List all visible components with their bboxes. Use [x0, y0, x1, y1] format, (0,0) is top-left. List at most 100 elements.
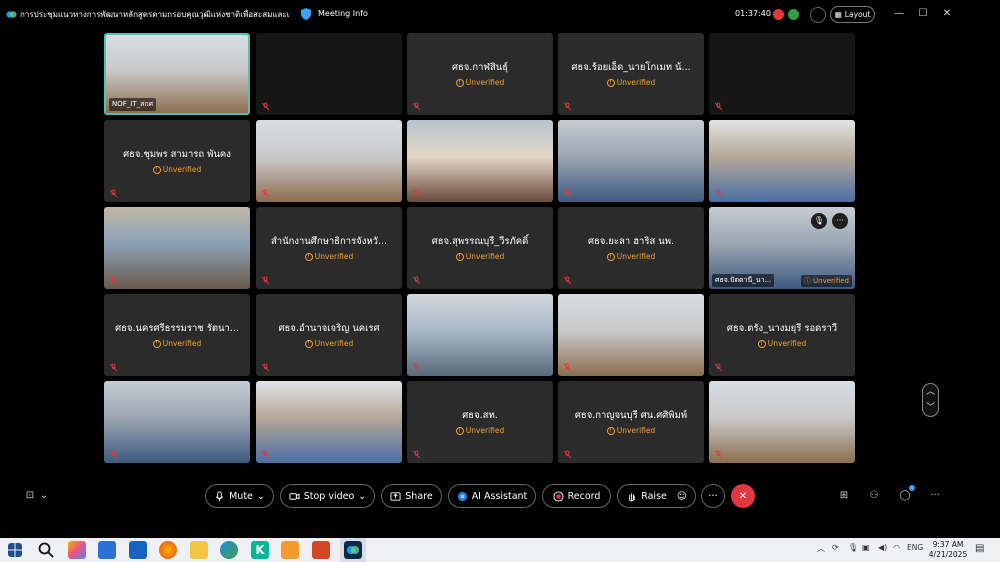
- unverified-status: ! Unverified: [104, 339, 250, 348]
- tray-wifi-icon[interactable]: ◠: [893, 543, 900, 552]
- muted-microphone-icon: [261, 276, 270, 285]
- participant-tile[interactable]: ศธจ.ตรัง_นางมยุรี รอดราวี ! Unverified: [709, 294, 855, 376]
- tile-mute-icon[interactable]: 🎙: [811, 213, 827, 229]
- participant-tile[interactable]: ศธจ.ร้อยเอ็ด_นายโกเมท น้... ! Unverified: [558, 33, 704, 115]
- participant-tile[interactable]: [256, 381, 402, 463]
- participant-tile[interactable]: สำนักงานศึกษาธิการจังหวั... ! Unverified: [256, 207, 402, 289]
- powerpoint-icon[interactable]: [312, 541, 330, 559]
- scroll-up-icon[interactable]: ︿: [923, 384, 938, 400]
- participant-tile[interactable]: ศธจ.กาญจนบุรี ศน.ศศิพิมพ์ ! Unverified: [558, 381, 704, 463]
- tray-volume-icon[interactable]: ◀): [878, 543, 887, 552]
- notifications-icon[interactable]: ▤: [975, 543, 984, 554]
- participant-tile[interactable]: ศธจ.กาฬสินธุ์ ! Unverified: [407, 33, 553, 115]
- video-grid: NOF_IT_สกศ ศธจ.กาฬสินธุ์! Unverified ศธจ.ร้…: [0, 30, 960, 474]
- participant-tile[interactable]: ศธจ.อำนาจเจริญ นคเรศ ! Unverified: [256, 294, 402, 376]
- participant-tile[interactable]: ศธจ.สท. ! Unverified: [407, 381, 553, 463]
- webex-taskbar-icon[interactable]: [344, 541, 362, 559]
- participant-video: [104, 207, 250, 289]
- record-button[interactable]: Record: [542, 484, 611, 508]
- participant-video: [407, 294, 553, 376]
- participant-video: [256, 381, 402, 463]
- right-panel: [960, 0, 1000, 538]
- scroll-down-icon[interactable]: ﹀: [923, 400, 938, 416]
- meeting-title: การประชุมแนวทางการพัฒนาหลักสูตรตามกรอบคุ…: [20, 10, 290, 19]
- unverified-status: ! Unverified: [558, 426, 704, 435]
- media-player-icon[interactable]: [281, 541, 299, 559]
- participants-icon[interactable]: ⚇: [866, 488, 882, 504]
- file-explorer-icon[interactable]: [190, 541, 208, 559]
- input-language[interactable]: ENG: [907, 543, 923, 552]
- participant-tile[interactable]: [709, 381, 855, 463]
- system-clock[interactable]: 9:37 AM 4/21/2025: [928, 540, 968, 560]
- grid-scroll-control[interactable]: ︿ ﹀: [922, 383, 939, 417]
- raise-hand-button[interactable]: Raise ☺: [617, 484, 696, 508]
- ai-assistant-button[interactable]: AI Assistant: [448, 484, 536, 508]
- muted-microphone-icon: [412, 276, 421, 285]
- tray-microphone-icon[interactable]: 🎙: [848, 543, 858, 552]
- participant-tile[interactable]: [104, 207, 250, 289]
- participant-tile[interactable]: NOF_IT_สกศ: [104, 33, 250, 115]
- participant-tile[interactable]: [256, 120, 402, 202]
- warning-icon: !: [455, 427, 464, 435]
- minimize-icon[interactable]: —: [892, 7, 906, 21]
- warning-icon: !: [152, 340, 161, 348]
- end-call-button[interactable]: ✕: [731, 484, 755, 508]
- participant-tile[interactable]: ศธจ.สุพรรณบุรี_วีรภัคดิ์ ! Unverified: [407, 207, 553, 289]
- muted-microphone-icon: [714, 102, 723, 111]
- layout-button[interactable]: ▦ Layout: [830, 6, 875, 23]
- share-screen-icon: [390, 491, 401, 501]
- windows-taskbar: K ︿ ⟳ 🎙 ▣ ◀) ◠ ENG 9:37 AM 4/21/2025 ▤: [0, 538, 1000, 562]
- record-label: Record: [567, 490, 601, 502]
- clock-time: 9:37 AM: [932, 540, 964, 549]
- participant-tile[interactable]: [407, 120, 553, 202]
- participant-tile[interactable]: [709, 120, 855, 202]
- firefox-icon[interactable]: [159, 541, 177, 559]
- participant-tile[interactable]: ศธจ.นครศรีธรรมราช รัตนา... ! Unverified: [104, 294, 250, 376]
- share-button[interactable]: Share: [381, 484, 442, 508]
- tray-chevron-icon[interactable]: ︿: [817, 543, 825, 554]
- apps-icon[interactable]: ⊞: [836, 488, 852, 504]
- participant-tile[interactable]: [709, 33, 855, 115]
- meeting-info-link[interactable]: Meeting Info: [318, 9, 368, 18]
- participant-tile[interactable]: ศธจ.ชุมพร สามารถ พันคง ! Unverified: [104, 120, 250, 202]
- more-options-button[interactable]: ···: [701, 484, 725, 508]
- windows-start-icon[interactable]: [8, 543, 22, 557]
- shield-info-icon[interactable]: [300, 7, 312, 21]
- mute-button[interactable]: Mute ⌄: [205, 484, 274, 508]
- tray-camera-icon[interactable]: ▣: [862, 543, 870, 552]
- participant-tile[interactable]: [407, 294, 553, 376]
- outlook-icon[interactable]: [129, 541, 147, 559]
- edge-icon[interactable]: [220, 541, 238, 559]
- copilot-icon[interactable]: [68, 541, 86, 559]
- close-icon[interactable]: ✕: [940, 7, 954, 21]
- stop-video-button[interactable]: Stop video ⌄: [280, 484, 375, 508]
- ai-assistant-icon: [457, 491, 467, 501]
- search-icon[interactable]: [37, 541, 55, 559]
- participant-tile[interactable]: [256, 33, 402, 115]
- participant-name: สำนักงานศึกษาธิการจังหวั...: [270, 236, 388, 247]
- share-label: Share: [405, 490, 433, 502]
- microsoft-store-icon[interactable]: [98, 541, 116, 559]
- tray-sync-icon[interactable]: ⟳: [832, 543, 839, 552]
- participant-name: ศธจ.นครศรีธรรมราช รัตนา...: [115, 323, 239, 334]
- warning-icon: !: [152, 166, 161, 174]
- participant-tile[interactable]: ศธจ.ยะลา ฮาริส นพ. ! Unverified: [558, 207, 704, 289]
- muted-microphone-icon: [412, 189, 421, 198]
- participant-tile[interactable]: [558, 294, 704, 376]
- chevron-down-icon[interactable]: ⌄: [36, 488, 52, 504]
- kaspersky-icon[interactable]: K: [251, 541, 269, 559]
- zoom-icon[interactable]: [810, 7, 826, 23]
- participant-name: ศธจ.ชุมพร สามารถ พันคง: [123, 149, 231, 160]
- unverified-status: ! Unverified: [407, 252, 553, 261]
- participant-tile[interactable]: ศธจ.ปัตตานี_นา... ⓘ Unverified 🎙 ···: [709, 207, 855, 289]
- security-indicator-icon: [788, 9, 799, 20]
- more-panels-icon[interactable]: ···: [927, 488, 943, 504]
- maximize-icon[interactable]: ☐: [916, 7, 930, 21]
- participant-tile[interactable]: [558, 120, 704, 202]
- unverified-status: ! Unverified: [558, 78, 704, 87]
- participant-name: ศธจ.อำนาจเจริญ นคเรศ: [278, 323, 380, 334]
- reactions-icon[interactable]: ☺: [677, 491, 687, 502]
- participant-tile[interactable]: [104, 381, 250, 463]
- tile-more-icon[interactable]: ···: [832, 213, 848, 229]
- warning-icon: !: [304, 253, 313, 261]
